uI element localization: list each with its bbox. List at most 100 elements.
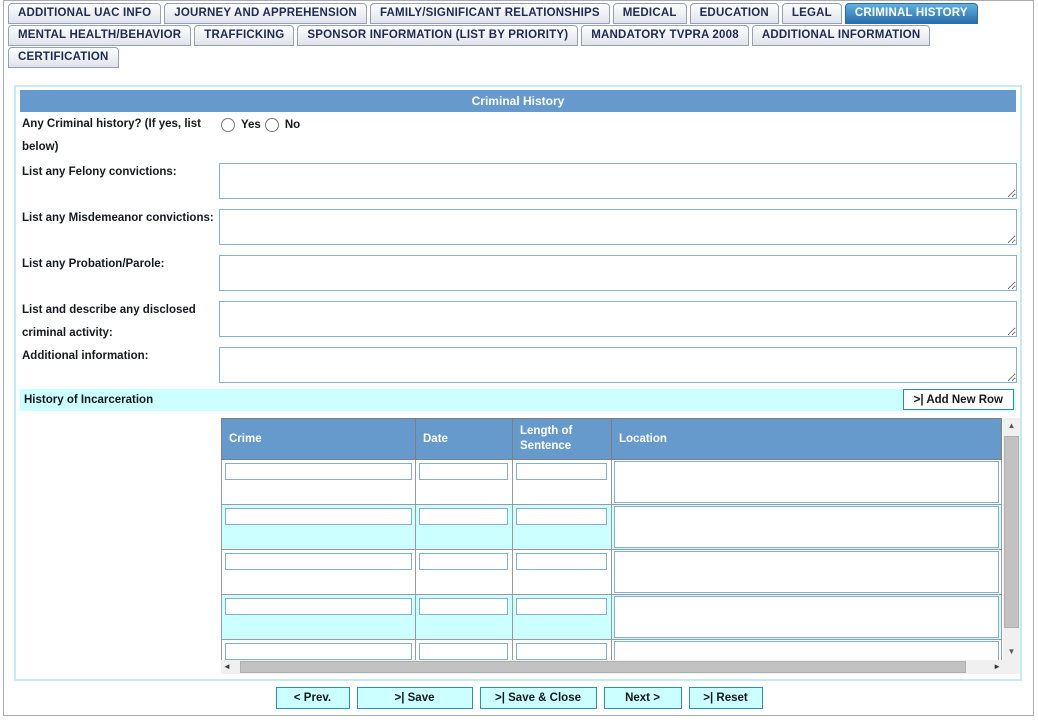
length-cell (513, 505, 612, 550)
save-and-close-button[interactable]: >| Save & Close (479, 687, 597, 709)
additional-information-label: Additional information: (22, 350, 149, 362)
location-textarea[interactable] (614, 461, 999, 503)
scroll-left-icon[interactable]: ◄ (223, 660, 237, 674)
misdemeanor-convictions-label: List any Misdemeanor convictions: (22, 212, 214, 224)
tab-additional-uac-info[interactable]: ADDITIONAL UAC INFO (8, 3, 162, 24)
prev-button[interactable]: < Prev. (275, 687, 350, 709)
scroll-right-icon[interactable]: ► (987, 660, 1001, 674)
location-textarea[interactable] (614, 596, 999, 638)
tab-family-significant-relationships[interactable]: FAMILY/SIGNIFICANT RELATIONSHIPS (369, 3, 610, 24)
tab-mandatory-tvpra-2008[interactable]: MANDATORY TVPRA 2008 (581, 25, 749, 46)
table-row (221, 550, 1003, 595)
tab-certification[interactable]: CERTIFICATION (8, 47, 119, 68)
length-cell (513, 640, 612, 660)
next-button[interactable]: Next > (603, 687, 682, 709)
history-of-incarceration-bar: History of Incarceration >| Add New Row (20, 389, 1016, 411)
crime-cell (221, 505, 416, 550)
history-of-incarceration-label: History of Incarceration (24, 394, 154, 406)
footer-button-bar: < Prev. >| Save >| Save & Close Next > >… (0, 687, 1038, 709)
length-cell (513, 460, 612, 505)
location-cell (612, 505, 1002, 550)
tab-row-1: ADDITIONAL UAC INFO JOURNEY AND APPREHEN… (8, 3, 978, 24)
misdemeanor-convictions-textarea[interactable] (219, 209, 1017, 245)
table-row (221, 595, 1003, 640)
scrollbar-corner (1003, 660, 1020, 674)
length-of-sentence-input[interactable] (516, 463, 607, 480)
incarceration-table: Crime Date Length of Sentence Location ▲… (221, 418, 1020, 674)
save-button[interactable]: >| Save (356, 687, 473, 709)
tab-criminal-history[interactable]: CRIMINAL HISTORY (844, 3, 978, 24)
incarceration-table-header: Crime Date Length of Sentence Location (221, 418, 1003, 460)
yes-radio[interactable] (221, 118, 235, 132)
date-input[interactable] (419, 553, 508, 570)
date-input[interactable] (419, 508, 508, 525)
column-header-crime: Crime (221, 418, 416, 460)
yes-radio-label: Yes (241, 119, 261, 131)
crime-cell (221, 640, 416, 660)
table-row (221, 460, 1003, 505)
location-cell (612, 640, 1002, 660)
probation-parole-textarea[interactable] (219, 255, 1017, 291)
location-textarea[interactable] (614, 641, 999, 660)
horizontal-scrollbar-thumb[interactable] (240, 661, 966, 673)
location-cell (612, 460, 1002, 505)
vertical-scrollbar[interactable]: ▲ ▼ (1003, 418, 1020, 660)
crime-input[interactable] (225, 643, 412, 660)
location-cell (612, 595, 1002, 640)
column-header-location: Location (612, 418, 1002, 460)
length-of-sentence-input[interactable] (516, 598, 607, 615)
length-of-sentence-input[interactable] (516, 643, 607, 660)
felony-convictions-textarea[interactable] (219, 163, 1017, 199)
crime-input[interactable] (225, 598, 412, 615)
length-of-sentence-input[interactable] (516, 508, 607, 525)
felony-convictions-label: List any Felony convictions: (22, 166, 177, 178)
criminal-history-radio-group: Yes No (221, 118, 300, 132)
crime-input[interactable] (225, 508, 412, 525)
crime-input[interactable] (225, 553, 412, 570)
tab-additional-information[interactable]: ADDITIONAL INFORMATION (751, 25, 931, 46)
date-cell (416, 595, 513, 640)
date-cell (416, 505, 513, 550)
table-row (221, 640, 1003, 660)
date-input[interactable] (419, 463, 508, 480)
panel-title: Criminal History (20, 90, 1016, 112)
crime-cell (221, 550, 416, 595)
tab-row-3: CERTIFICATION (8, 47, 978, 68)
crime-cell (221, 595, 416, 640)
table-row (221, 505, 1003, 550)
column-header-length-of-sentence: Length of Sentence (513, 418, 612, 460)
add-new-row-button[interactable]: >| Add New Row (902, 389, 1014, 410)
location-textarea[interactable] (614, 551, 999, 593)
scroll-up-icon[interactable]: ▲ (1003, 418, 1020, 434)
length-cell (513, 595, 612, 640)
vertical-scrollbar-thumb[interactable] (1004, 436, 1019, 628)
tab-medical[interactable]: MEDICAL (612, 3, 687, 24)
horizontal-scrollbar[interactable]: ◄ ► (221, 660, 1003, 674)
no-radio[interactable] (264, 118, 279, 132)
tab-strip: ADDITIONAL UAC INFO JOURNEY AND APPREHEN… (8, 3, 978, 69)
tab-sponsor-information[interactable]: SPONSOR INFORMATION (LIST BY PRIORITY) (297, 25, 579, 46)
tab-trafficking[interactable]: TRAFFICKING (194, 25, 295, 46)
crime-input[interactable] (225, 463, 412, 480)
tab-mental-health-behavior[interactable]: MENTAL HEALTH/BEHAVIOR (8, 25, 192, 46)
location-textarea[interactable] (614, 506, 999, 548)
length-of-sentence-input[interactable] (516, 553, 607, 570)
length-cell (513, 550, 612, 595)
date-input[interactable] (419, 643, 508, 660)
location-cell (612, 550, 1002, 595)
disclosed-criminal-activity-textarea[interactable] (219, 301, 1017, 337)
tab-legal[interactable]: LEGAL (781, 3, 842, 24)
tab-education[interactable]: EDUCATION (689, 3, 779, 24)
date-cell (416, 640, 513, 660)
date-cell (416, 550, 513, 595)
criminal-history-panel: Criminal History Any Criminal history? (… (14, 85, 1022, 681)
date-input[interactable] (419, 598, 508, 615)
scroll-down-icon[interactable]: ▼ (1003, 644, 1020, 660)
tab-journey-and-apprehension[interactable]: JOURNEY AND APPREHENSION (164, 3, 367, 24)
additional-information-textarea[interactable] (219, 347, 1017, 383)
probation-parole-label: List any Probation/Parole: (22, 258, 165, 270)
column-header-date: Date (416, 418, 513, 460)
crime-cell (221, 460, 416, 505)
reset-button[interactable]: >| Reset (688, 687, 763, 709)
tab-row-2: MENTAL HEALTH/BEHAVIOR TRAFFICKING SPONS… (8, 25, 978, 46)
